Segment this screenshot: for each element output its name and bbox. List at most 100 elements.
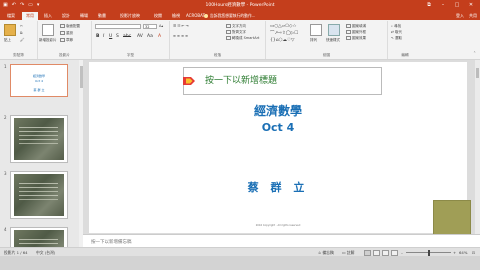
comments-label: 註解 (346, 250, 355, 255)
shape-fill-icon (346, 24, 351, 28)
shapes-gallery-row2[interactable]: ⌒↗⇨⇧◯▷☐ (270, 31, 298, 36)
arrange-icon[interactable] (310, 24, 322, 36)
zoom-in-icon[interactable]: + (453, 250, 456, 255)
sign-in-link[interactable]: 登入 (456, 12, 464, 20)
shapes-gallery-row3[interactable]: {}⌂⬡☁♡▽ (270, 38, 295, 43)
slide-title[interactable]: 經濟數學 (89, 102, 467, 119)
new-slide-icon[interactable] (42, 24, 54, 36)
new-slide-label[interactable]: 新增投影片 (39, 38, 57, 43)
shape-outline-button[interactable]: 圖案外框 (346, 30, 366, 35)
section-icon (60, 38, 65, 42)
fit-to-window-icon[interactable]: ⊡ (472, 250, 475, 255)
slideshow-view-button[interactable] (391, 249, 398, 256)
maximize-icon[interactable]: □ (450, 0, 464, 11)
tab-acrobat[interactable]: ACROBAT (186, 12, 205, 20)
title-placeholder-text[interactable]: 按一下以新增標題 (205, 76, 277, 86)
find-button[interactable]: ⌕ 尋找 (391, 24, 401, 29)
slide-sorter-button[interactable] (373, 249, 380, 256)
thumbnail-slide-3[interactable] (10, 171, 68, 219)
shapes-gallery[interactable]: ▭○△▱⬠◇☆ (270, 24, 297, 29)
zoom-level[interactable]: 64% (459, 250, 467, 255)
bullets-icon[interactable]: ☰ ☷ ⇤ ⇥ (173, 24, 188, 29)
slide-footer: 2016 Copyright · All rights reserved (255, 224, 301, 227)
cut-icon[interactable]: ✂ (20, 24, 23, 29)
italic-button[interactable]: I (103, 34, 104, 39)
grow-font-icon[interactable]: A▴ (159, 24, 163, 29)
text-direction-label: 文字方向 (232, 24, 246, 28)
quick-styles-icon[interactable] (328, 24, 340, 36)
collapse-ribbon-icon[interactable]: ⌃ (473, 51, 476, 56)
paste-icon[interactable] (4, 24, 16, 36)
slide-date[interactable]: Oct 4 (89, 121, 467, 134)
close-icon[interactable]: ✕ (464, 0, 478, 11)
group-label-paragraph: 段落 (213, 53, 222, 57)
strikethrough-button[interactable]: abc (123, 34, 131, 39)
group-font: 32 A▴ B I U S abc AV Aa A 字型 (92, 21, 170, 59)
align-text-label: 對齊文字 (232, 30, 246, 34)
share-button[interactable]: 共用 (469, 12, 477, 20)
normal-view-button[interactable] (364, 249, 371, 256)
tab-design[interactable]: 設計 (58, 12, 74, 20)
shape-effects-button[interactable]: 圖案效果 (346, 36, 366, 41)
shape-fill-button[interactable]: 圖案填滿 (346, 24, 366, 29)
status-bar: 投影片 1 / 64 中文 (台灣) ≐ 備忘稿 ▭ 註解 – + 64% ⊡ (0, 247, 480, 256)
tab-home[interactable]: 常用 (22, 12, 38, 20)
window-title: 100Hours經濟數學 - PowerPoint (205, 3, 275, 8)
slide-scrollbar-thumb[interactable] (476, 68, 479, 78)
notes-pane[interactable]: 按一下以新增備忘稿 (83, 234, 480, 247)
text-direction-icon (226, 24, 231, 28)
lightbulb-icon (204, 13, 208, 18)
text-direction-button[interactable]: 文字方向 (226, 24, 246, 29)
align-text-button[interactable]: 對齊文字 (226, 30, 246, 35)
notes-placeholder[interactable]: 按一下以新增備忘稿 (91, 239, 132, 245)
tab-insert[interactable]: 插入 (40, 12, 56, 20)
shape-effects-icon (346, 36, 351, 40)
tab-animations[interactable]: 動畫 (94, 12, 110, 20)
shadow-button[interactable]: S (116, 34, 119, 39)
font-size-select[interactable]: 32 (143, 24, 157, 29)
tab-view[interactable]: 檢視 (168, 12, 184, 20)
thumbnail-slide-2[interactable] (10, 115, 68, 163)
slide-author[interactable]: 蔡 群 立 (89, 179, 467, 195)
font-name-select[interactable] (95, 24, 141, 29)
zoom-out-icon[interactable]: – (401, 250, 403, 255)
tab-file[interactable]: 檔案 (3, 12, 19, 20)
quick-styles-label[interactable]: 快速樣式 (326, 38, 340, 43)
spacing-button[interactable]: AV (137, 34, 143, 39)
replace-button[interactable]: ⇄ 取代 (391, 30, 402, 35)
ribbon-home: 貼上 ✂ ⧉ 🖌 剪貼簿 新增投影片 版面配置 重設 章節 投影片 32 A▴ … (0, 20, 480, 60)
format-painter-icon[interactable]: 🖌 (20, 38, 24, 43)
tell-me-search[interactable]: 告訴我您想要執行的動作... (204, 12, 255, 20)
select-button[interactable]: ↖ 選取 (391, 36, 402, 41)
tab-slideshow[interactable]: 投影片放映 (112, 12, 148, 20)
copy-icon[interactable]: ⧉ (20, 31, 23, 36)
shape-effects-label: 圖案效果 (352, 36, 366, 40)
group-label-slides: 投影片 (59, 53, 70, 57)
arrange-label[interactable]: 排列 (310, 38, 317, 43)
title-bar: ▣ ↶ ↷ ▭ ▾ 100Hours經濟數學 - PowerPoint ⧉ – … (0, 0, 480, 11)
bold-button[interactable]: B (96, 34, 99, 39)
change-case-button[interactable]: Aa (147, 34, 153, 39)
minimize-icon[interactable]: – (436, 0, 450, 11)
underline-button[interactable]: U (109, 34, 112, 39)
tab-review[interactable]: 校閱 (150, 12, 166, 20)
reset-button[interactable]: 重設 (60, 31, 73, 36)
thumb-date: Oct 4 (34, 79, 44, 83)
slide-scrollbar[interactable] (475, 60, 480, 234)
zoom-slider-handle[interactable] (427, 249, 430, 256)
reset-icon (60, 31, 65, 35)
tab-transitions[interactable]: 轉場 (76, 12, 92, 20)
font-color-button[interactable]: A (158, 34, 161, 39)
reading-view-button[interactable] (382, 249, 389, 256)
find-label: 尋找 (394, 24, 402, 28)
section-button[interactable]: 章節 (60, 38, 73, 43)
group-label-editing: 編輯 (401, 53, 409, 57)
thumbnail-slide-1[interactable]: 經濟數學 Oct 4 蔡 群 立 (10, 64, 68, 97)
bottom-band (0, 256, 480, 270)
align-icons[interactable]: ≡ ≡ ≡ ≡ (173, 34, 188, 39)
thumbnail-slide-4[interactable] (10, 227, 68, 247)
paste-label: 貼上 (4, 38, 11, 42)
layout-button[interactable]: 版面配置 (60, 24, 80, 29)
smartart-button[interactable]: 轉換成 SmartArt (226, 36, 259, 41)
ribbon-options-icon[interactable]: ⧉ (422, 0, 436, 11)
